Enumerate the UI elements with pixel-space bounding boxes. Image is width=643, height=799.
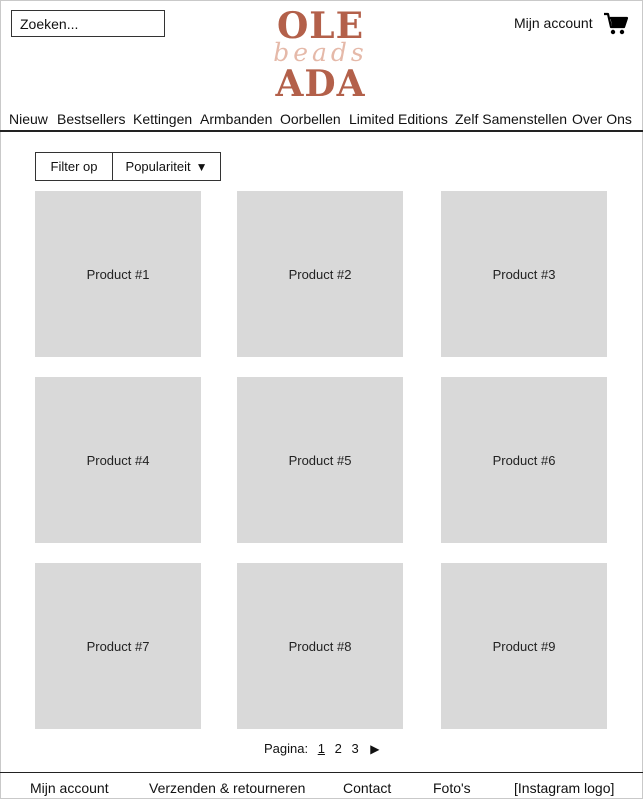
triangle-right-icon[interactable]: ▶	[370, 742, 379, 756]
footer-link-instagram[interactable]: [Instagram logo]	[514, 780, 614, 796]
nav-item-limited-editions[interactable]: Limited Editions	[349, 111, 448, 127]
nav-item-nieuw[interactable]: Nieuw	[9, 111, 48, 127]
pagination: Pagina: 1 2 3 ▶	[264, 741, 380, 756]
logo-text-ada: ADA	[275, 63, 366, 105]
product-tile[interactable]: Product #7	[35, 563, 201, 729]
product-label: Product #2	[288, 266, 352, 282]
nav-item-kettingen[interactable]: Kettingen	[133, 111, 192, 127]
nav-item-bestsellers[interactable]: Bestsellers	[57, 111, 125, 127]
nav-item-over-ons[interactable]: Over Ons	[572, 111, 632, 127]
filter-bar: Filter op Populariteit ▼	[35, 152, 221, 181]
nav-item-oorbellen[interactable]: Oorbellen	[280, 111, 341, 127]
shopping-cart-icon[interactable]	[603, 12, 629, 36]
footer-link-account[interactable]: Mijn account	[30, 780, 109, 796]
product-label: Product #6	[492, 452, 556, 468]
footer-link-photos[interactable]: Foto's	[433, 780, 471, 796]
brand-logo[interactable]: OLE beads ADA	[273, 8, 368, 105]
pagination-label: Pagina:	[264, 741, 309, 756]
product-label: Product #4	[86, 452, 150, 468]
product-tile[interactable]: Product #2	[237, 191, 403, 357]
sort-dropdown[interactable]: Populariteit ▼	[113, 152, 221, 181]
page-link-1[interactable]: 1	[318, 741, 325, 756]
product-label: Product #3	[492, 266, 556, 282]
product-label: Product #1	[86, 266, 150, 282]
product-tile[interactable]: Product #8	[237, 563, 403, 729]
footer: Mijn account Verzenden & retourneren Con…	[0, 772, 643, 799]
product-tile[interactable]: Product #4	[35, 377, 201, 543]
sort-value: Populariteit	[125, 159, 191, 174]
product-label: Product #9	[492, 638, 556, 654]
page-link-2[interactable]: 2	[335, 741, 342, 756]
product-label: Product #7	[86, 638, 150, 654]
account-link[interactable]: Mijn account	[514, 15, 593, 31]
product-label: Product #8	[288, 638, 352, 654]
triangle-down-icon: ▼	[195, 159, 208, 174]
product-tile[interactable]: Product #5	[237, 377, 403, 543]
main-nav: Nieuw Bestsellers Kettingen Armbanden Oo…	[0, 110, 643, 132]
footer-link-shipping[interactable]: Verzenden & retourneren	[149, 780, 305, 796]
search-input[interactable]: Zoeken...	[11, 10, 165, 37]
product-tile[interactable]: Product #9	[441, 563, 607, 729]
product-tile[interactable]: Product #1	[35, 191, 201, 357]
filter-label: Filter op	[35, 152, 113, 181]
product-label: Product #5	[288, 452, 352, 468]
product-tile[interactable]: Product #3	[441, 191, 607, 357]
product-tile[interactable]: Product #6	[441, 377, 607, 543]
footer-link-contact[interactable]: Contact	[343, 780, 391, 796]
nav-item-armbanden[interactable]: Armbanden	[200, 111, 272, 127]
page-link-3[interactable]: 3	[351, 741, 358, 756]
nav-item-zelf-samenstellen[interactable]: Zelf Samenstellen	[455, 111, 567, 127]
